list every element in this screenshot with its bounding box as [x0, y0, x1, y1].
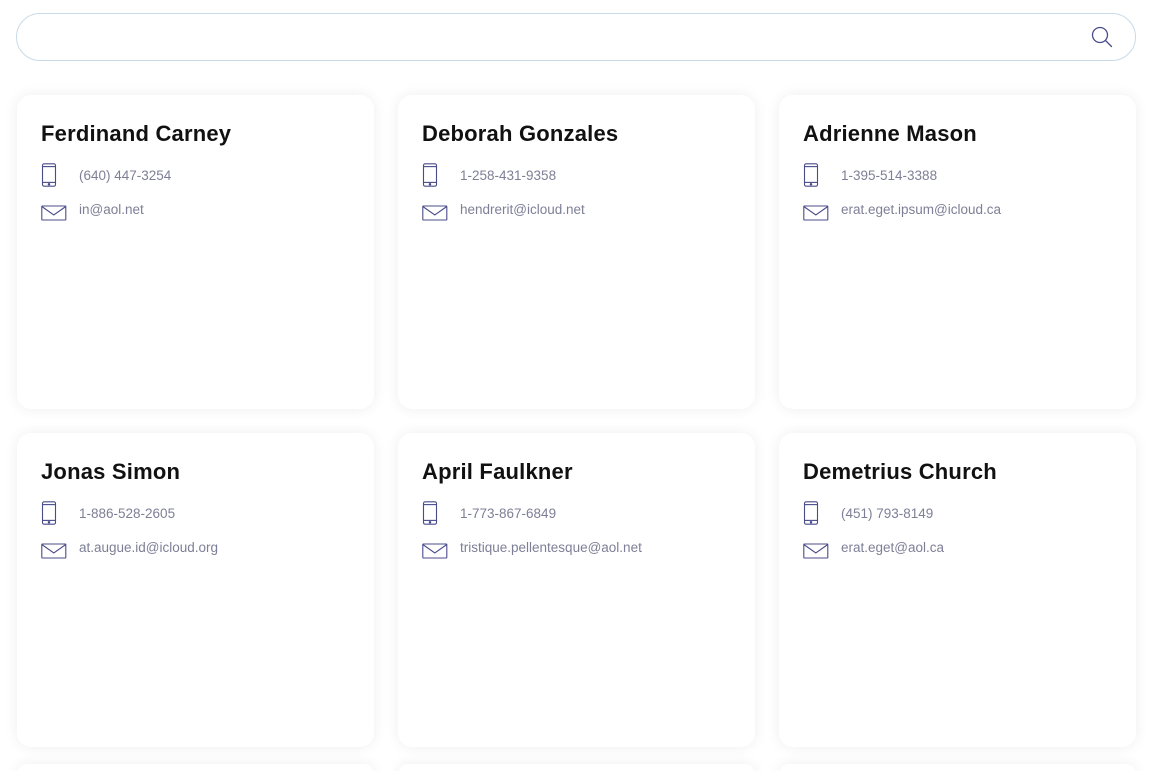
- email-address[interactable]: erat.eget.ipsum@icloud.ca: [841, 202, 1001, 217]
- email-row: hendrerit@icloud.net: [422, 201, 731, 225]
- phone-number[interactable]: 1-886-528-2605: [79, 506, 175, 521]
- envelope-icon: [803, 539, 829, 563]
- contact-card[interactable]: Ferdinand Carney (640) 447-3254 in@aol.n…: [17, 95, 374, 409]
- email-row: tristique.pellentesque@aol.net: [422, 539, 731, 563]
- envelope-icon: [41, 201, 67, 225]
- email-address[interactable]: erat.eget@aol.ca: [841, 540, 944, 555]
- contact-name: Jonas Simon: [41, 459, 181, 484]
- contact-card-partial[interactable]: [17, 764, 374, 771]
- search-icon[interactable]: [1091, 26, 1113, 48]
- email-row: erat.eget@aol.ca: [803, 539, 1112, 563]
- phone-row: (640) 447-3254: [41, 163, 350, 187]
- phone-row: 1-773-867-6849: [422, 501, 731, 525]
- phone-icon: [803, 501, 829, 525]
- phone-number[interactable]: 1-258-431-9358: [460, 168, 556, 183]
- phone-number[interactable]: (640) 447-3254: [79, 168, 171, 183]
- phone-row: (451) 793-8149: [803, 501, 1112, 525]
- contact-name: Ferdinand Carney: [41, 121, 232, 146]
- contact-card[interactable]: Adrienne Mason 1-395-514-3388 erat.eget.…: [779, 95, 1136, 409]
- phone-row: 1-258-431-9358: [422, 163, 731, 187]
- envelope-icon: [422, 201, 448, 225]
- phone-icon: [41, 501, 67, 525]
- envelope-icon: [803, 201, 829, 225]
- contact-name: April Faulkner: [422, 459, 573, 484]
- email-row: at.augue.id@icloud.org: [41, 539, 350, 563]
- email-row: erat.eget.ipsum@icloud.ca: [803, 201, 1112, 225]
- phone-row: 1-886-528-2605: [41, 501, 350, 525]
- contacts-page: Ferdinand Carney (640) 447-3254 in@aol.n…: [0, 0, 1160, 771]
- phone-icon: [422, 163, 448, 187]
- phone-icon: [41, 163, 67, 187]
- email-address[interactable]: in@aol.net: [79, 202, 144, 217]
- envelope-icon: [41, 539, 67, 563]
- contact-card[interactable]: Deborah Gonzales 1-258-431-9358 hendreri…: [398, 95, 755, 409]
- envelope-icon: [422, 539, 448, 563]
- phone-number[interactable]: (451) 793-8149: [841, 506, 933, 521]
- phone-number[interactable]: 1-773-867-6849: [460, 506, 556, 521]
- phone-icon: [803, 163, 829, 187]
- search-bar[interactable]: [16, 13, 1136, 62]
- contact-card[interactable]: Jonas Simon 1-886-528-2605 at.augue.id@i…: [17, 433, 374, 747]
- email-address[interactable]: at.augue.id@icloud.org: [79, 540, 218, 555]
- search-input[interactable]: [39, 14, 1083, 62]
- contact-card-partial[interactable]: [779, 764, 1136, 771]
- phone-icon: [422, 501, 448, 525]
- phone-number[interactable]: 1-395-514-3388: [841, 168, 937, 183]
- contact-name: Deborah Gonzales: [422, 121, 619, 146]
- contact-card[interactable]: Demetrius Church (451) 793-8149 erat.ege…: [779, 433, 1136, 747]
- phone-row: 1-395-514-3388: [803, 163, 1112, 187]
- contact-name: Demetrius Church: [803, 459, 997, 484]
- email-address[interactable]: tristique.pellentesque@aol.net: [460, 540, 642, 555]
- contact-card[interactable]: April Faulkner 1-773-867-6849 tristique.…: [398, 433, 755, 747]
- contact-name: Adrienne Mason: [803, 121, 977, 146]
- contact-card-partial[interactable]: [398, 764, 755, 771]
- email-address[interactable]: hendrerit@icloud.net: [460, 202, 585, 217]
- email-row: in@aol.net: [41, 201, 350, 225]
